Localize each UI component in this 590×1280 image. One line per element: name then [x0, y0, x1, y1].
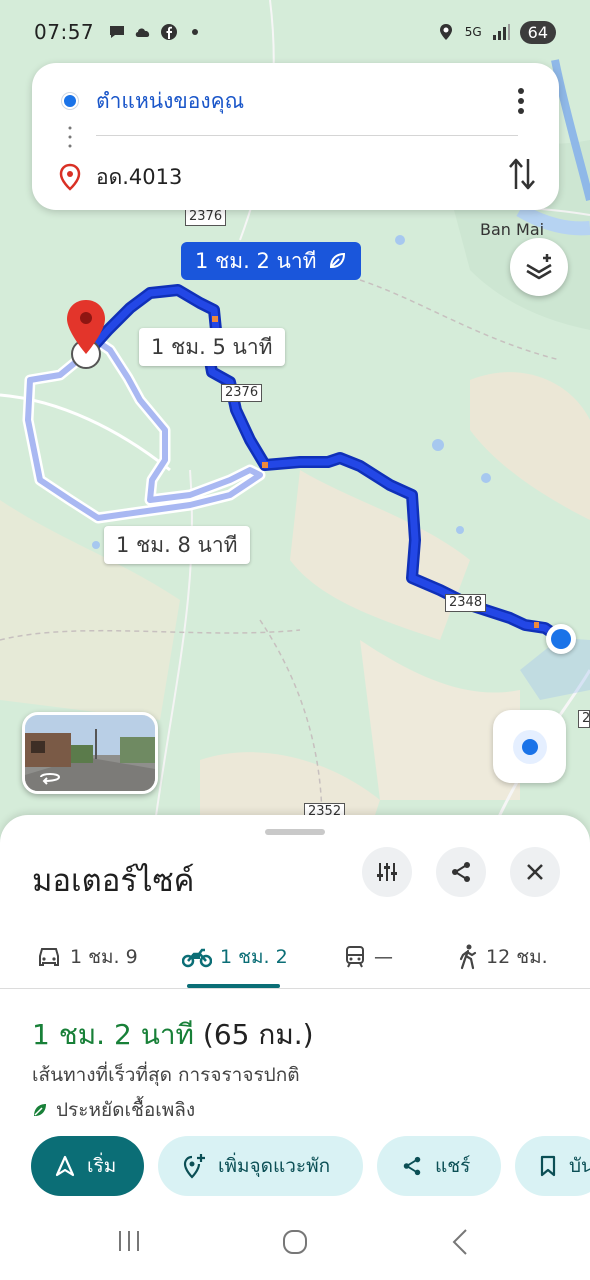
- my-location-icon: [512, 729, 547, 764]
- back-icon[interactable]: [450, 1228, 470, 1256]
- system-nav-bar: [0, 1202, 590, 1280]
- route-label-main[interactable]: 1 ชม. 2 นาที: [181, 242, 361, 280]
- network-type: 5G: [464, 25, 482, 39]
- home-icon[interactable]: [281, 1228, 309, 1256]
- route-distance: (65 กม.): [202, 1018, 314, 1051]
- more-options-icon[interactable]: [509, 85, 533, 117]
- walk-icon: [459, 944, 477, 970]
- sheet-drag-handle[interactable]: [265, 829, 325, 835]
- destination-pin-icon[interactable]: [64, 298, 112, 370]
- road-shield: 2376: [185, 208, 227, 226]
- directions-card: ตำแหน่งของคุณ อด.4013: [32, 63, 559, 210]
- cloud-icon: [135, 28, 150, 37]
- bookmark-icon: [540, 1155, 556, 1177]
- my-location-button[interactable]: [493, 710, 566, 783]
- status-time: 07:57: [34, 20, 95, 44]
- place-label: Ban Mai: [480, 220, 545, 239]
- route-dots-icon: [68, 126, 72, 148]
- origin-dot-icon: [62, 93, 78, 109]
- facebook-icon: [161, 24, 178, 40]
- share-icon: [403, 1156, 421, 1176]
- navigation-arrow-icon: [55, 1155, 75, 1177]
- layers-button[interactable]: [510, 238, 568, 296]
- start-button[interactable]: เริ่ม: [31, 1136, 144, 1196]
- save-button[interactable]: บัน: [515, 1136, 590, 1196]
- route-label-alt-2-text: 1 ชม. 8 นาที: [116, 532, 238, 557]
- tab-walk-label: 12 ชม.: [486, 946, 548, 968]
- swap-directions-icon[interactable]: [507, 155, 537, 193]
- tab-transit-label: —: [374, 946, 393, 968]
- save-button-label: บัน: [569, 1155, 590, 1177]
- eco-leaf-icon: [34, 1104, 46, 1116]
- tab-walk[interactable]: 12 ชม.: [458, 925, 548, 989]
- share-route-button[interactable]: [436, 847, 486, 897]
- origin-field[interactable]: ตำแหน่งของคุณ: [96, 85, 244, 118]
- transit-icon: [346, 946, 364, 968]
- car-icon: [39, 948, 59, 966]
- status-bar: 07:57 5G 64: [0, 0, 590, 64]
- start-button-label: เริ่ม: [87, 1155, 117, 1177]
- add-location-icon: [183, 1154, 205, 1179]
- tab-car-label: 1 ชม. 9: [70, 946, 138, 968]
- route-duration: 1 ชม. 2 นาที: [32, 1018, 195, 1051]
- tab-transit[interactable]: —: [344, 925, 393, 989]
- motorcycle-icon: [182, 948, 212, 968]
- eco-badge: ประหยัดเชื้อเพลิง: [32, 1095, 195, 1125]
- add-stop-button-label: เพิ่มจุดแวะพัก: [218, 1155, 331, 1177]
- destination-field[interactable]: อด.4013: [96, 161, 182, 194]
- add-stop-button[interactable]: เพิ่มจุดแวะพัก: [158, 1136, 363, 1196]
- location-icon: [439, 24, 452, 40]
- route-summary: 1 ชม. 2 นาที (65 กม.): [32, 1013, 314, 1057]
- destination-pin-outline-icon: [59, 163, 81, 191]
- origin-row[interactable]: ตำแหน่งของคุณ: [32, 81, 559, 121]
- sheet-title: มอเตอร์ไซค์: [32, 863, 195, 899]
- route-label-alt-1[interactable]: 1 ชม. 5 นาที: [139, 328, 285, 366]
- route-options-button[interactable]: [362, 847, 412, 897]
- signal-icon: [492, 24, 510, 40]
- recent-apps-icon[interactable]: [116, 1228, 142, 1254]
- tab-car[interactable]: 1 ชม. 9: [36, 925, 138, 989]
- battery-indicator: 64: [519, 20, 556, 44]
- chat-icon: [110, 26, 125, 38]
- eco-label: ประหยัดเชื้อเพลิง: [56, 1099, 196, 1121]
- tab-motorcycle[interactable]: 1 ชม. 2: [182, 925, 288, 989]
- route-description: เส้นทางที่เร็วที่สุด การจราจรปกติ: [32, 1064, 300, 1086]
- road-shield: 2348: [445, 594, 487, 612]
- street-view-thumbnail[interactable]: [22, 712, 158, 794]
- travel-mode-tabs: 1 ชม. 9 1 ชม. 2 — 12 ชม.: [0, 925, 590, 989]
- action-buttons: เริ่ม เพิ่มจุดแวะพัก แชร์ บัน: [31, 1136, 590, 1196]
- rotate-360-icon: [40, 773, 61, 785]
- layers-add-icon: [526, 254, 552, 280]
- dot-icon: [192, 29, 199, 35]
- road-shield: 2376: [221, 384, 263, 402]
- active-tab-indicator: [187, 984, 280, 988]
- road-shield: 20: [578, 710, 590, 728]
- share-button-label: แชร์: [435, 1155, 471, 1177]
- route-label-main-text: 1 ชม. 2 นาที: [195, 248, 317, 273]
- route-label-alt-1-text: 1 ชม. 5 นาที: [151, 334, 273, 359]
- eco-leaf-icon: [329, 252, 345, 268]
- tune-icon: [377, 863, 397, 881]
- tab-motorcycle-label: 1 ชม. 2: [220, 946, 288, 968]
- share-button[interactable]: แชร์: [377, 1136, 501, 1196]
- route-label-alt-2[interactable]: 1 ชม. 8 นาที: [104, 526, 250, 564]
- close-icon: [527, 864, 543, 880]
- field-divider: [96, 135, 518, 136]
- destination-row[interactable]: อด.4013: [32, 157, 559, 197]
- close-button[interactable]: [510, 847, 560, 897]
- current-location-marker: [546, 624, 576, 654]
- share-icon: [452, 862, 470, 882]
